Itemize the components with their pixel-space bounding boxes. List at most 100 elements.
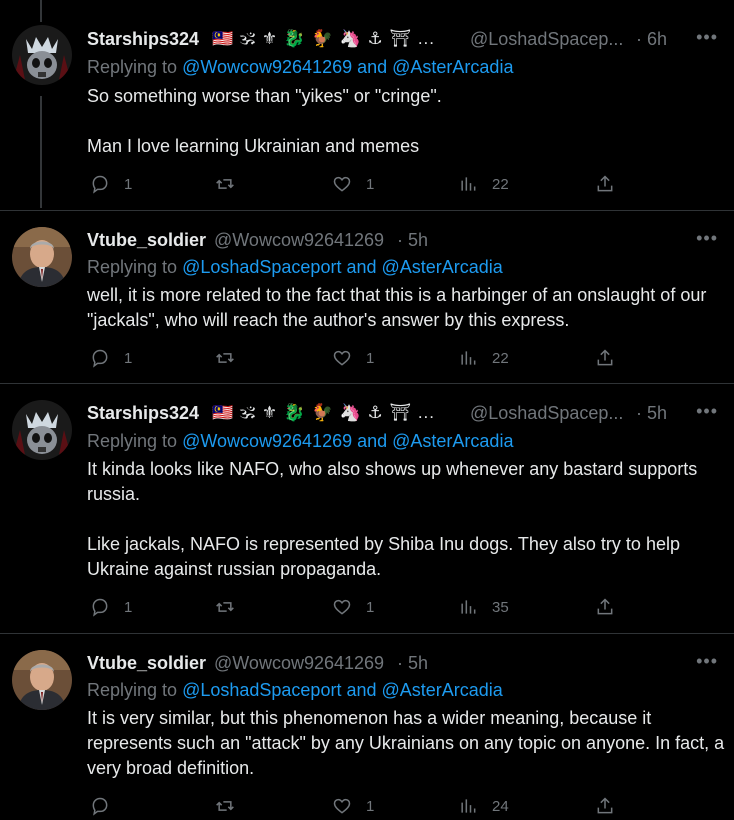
retweet-button[interactable] (215, 597, 249, 617)
replying-to: Replying to @Wowcow92641269 and @AsterAr… (87, 431, 513, 452)
retweet-icon (216, 353, 234, 363)
more-options-icon[interactable]: ••• (696, 651, 718, 672)
reply-button[interactable]: 1 (90, 348, 132, 368)
author-name[interactable]: Vtube_soldier (87, 230, 206, 251)
heart-icon (333, 599, 351, 615)
like-count: 1 (366, 598, 375, 616)
tweet-paragraph: It is very similar, but this phenomenon … (87, 708, 725, 778)
analytics-icon (461, 600, 476, 614)
like-button[interactable]: 1 (332, 348, 374, 368)
tweet-text: So something worse than "yikes" or "crin… (87, 84, 727, 159)
name-emojis: 🇲🇾 🕉 ⚜ 🐉 🐓 🦄 ⚓ ⛩ ... (212, 403, 435, 422)
replying-to-users[interactable]: @LoshadSpaceport and @AsterArcadia (182, 680, 503, 700)
more-options-icon[interactable]: ••• (696, 228, 718, 249)
tweet-paragraph: well, it is more related to the fact tha… (87, 285, 707, 330)
action-bar: 1 1 22 (87, 348, 627, 372)
replying-to-users[interactable]: @Wowcow92641269 and @AsterArcadia (182, 431, 513, 451)
share-icon (597, 175, 613, 192)
replying-to: Replying to @LoshadSpaceport and @AsterA… (87, 680, 503, 701)
tweet[interactable]: Starships324 🇲🇾 🕉 ⚜ 🐉 🐓 🦄 ⚓ ⛩ ... @Losha… (0, 383, 734, 634)
share-button[interactable] (595, 796, 615, 816)
replying-to-users[interactable]: @Wowcow92641269 and @AsterArcadia (182, 57, 513, 77)
timestamp[interactable]: · 5h (397, 653, 428, 674)
views-button[interactable]: 22 (458, 348, 509, 368)
avatar-starships324[interactable] (12, 400, 72, 460)
like-count: 1 (366, 175, 375, 193)
replying-to-users[interactable]: @LoshadSpaceport and @AsterArcadia (182, 257, 503, 277)
replying-to-label: Replying to (87, 257, 183, 277)
reply-icon (92, 349, 108, 368)
retweet-button[interactable] (215, 348, 249, 368)
author-handle[interactable]: @Wowcow92641269 (214, 653, 384, 674)
share-icon (597, 598, 613, 615)
tweet[interactable]: Vtube_soldier @Wowcow92641269 · 5h ••• R… (0, 633, 734, 816)
reply-button[interactable]: 1 (90, 597, 132, 617)
tweet-paragraph: It kinda looks like NAFO, who also shows… (87, 459, 698, 504)
reply-button[interactable] (90, 796, 124, 816)
reply-count: 1 (124, 598, 133, 616)
retweet-icon (216, 179, 234, 189)
like-button[interactable]: 1 (332, 796, 374, 816)
reply-count: 1 (124, 175, 133, 193)
author-handle[interactable]: @LoshadSpacep... (470, 29, 623, 50)
more-options-icon[interactable]: ••• (696, 27, 718, 48)
reply-button[interactable]: 1 (90, 174, 132, 194)
tweet-text: It is very similar, but this phenomenon … (87, 706, 727, 781)
view-count: 22 (492, 175, 509, 193)
more-options-icon[interactable]: ••• (696, 401, 718, 422)
name-emojis: 🇲🇾 🕉 ⚜ 🐉 🐓 🦄 ⚓ ⛩ ... (212, 29, 435, 48)
retweet-button[interactable] (215, 174, 249, 194)
views-button[interactable]: 35 (458, 597, 509, 617)
timestamp[interactable]: · 5h (636, 403, 667, 424)
retweet-icon (216, 801, 234, 811)
retweet-icon (216, 602, 234, 612)
view-count: 35 (492, 598, 509, 616)
replying-to-label: Replying to (87, 680, 183, 700)
heart-icon (333, 798, 351, 814)
author-handle[interactable]: @Wowcow92641269 (214, 230, 384, 251)
analytics-icon (461, 799, 476, 813)
like-button[interactable]: 1 (332, 597, 374, 617)
author-name[interactable]: Starships324 (87, 403, 199, 424)
share-button[interactable] (595, 348, 615, 368)
share-icon (597, 797, 613, 814)
replying-to: Replying to @LoshadSpaceport and @AsterA… (87, 257, 503, 278)
view-count: 24 (492, 797, 509, 815)
action-bar: 1 1 22 (87, 174, 627, 198)
like-count: 1 (366, 797, 375, 815)
heart-icon (333, 176, 351, 192)
share-button[interactable] (595, 597, 615, 617)
tweet-paragraph: So something worse than "yikes" or "crin… (87, 86, 442, 106)
avatar-starships324[interactable] (12, 25, 72, 85)
heart-icon (333, 350, 351, 366)
share-button[interactable] (595, 174, 615, 194)
replying-to: Replying to @Wowcow92641269 and @AsterAr… (87, 57, 513, 78)
timestamp[interactable]: · 5h (397, 230, 428, 251)
action-bar: 1 1 35 (87, 597, 627, 621)
analytics-icon (461, 177, 476, 191)
views-button[interactable]: 22 (458, 174, 509, 194)
share-icon (597, 349, 613, 366)
author-handle[interactable]: @LoshadSpacep... (470, 403, 623, 424)
reply-count: 1 (124, 349, 133, 367)
tweet-text: well, it is more related to the fact tha… (87, 283, 727, 333)
analytics-icon (461, 351, 476, 365)
tweet-paragraph: Man I love learning Ukrainian and memes (87, 136, 420, 156)
reply-icon (92, 175, 108, 194)
avatar-vtube-soldier[interactable] (12, 650, 72, 710)
replying-to-label: Replying to (87, 431, 183, 451)
like-count: 1 (366, 349, 375, 367)
views-button[interactable]: 24 (458, 796, 509, 816)
replying-to-label: Replying to (87, 57, 183, 77)
action-bar: 1 24 (87, 796, 627, 820)
author-name[interactable]: Vtube_soldier (87, 653, 206, 674)
tweet[interactable]: Vtube_soldier @Wowcow92641269 · 5h ••• R… (0, 210, 734, 384)
author-name[interactable]: Starships324 (87, 29, 199, 50)
reply-icon (92, 598, 108, 617)
timestamp[interactable]: · 6h (636, 29, 667, 50)
tweet[interactable]: Starships324 🇲🇾 🕉 ⚜ 🐉 🐓 🦄 ⚓ ⛩ ... @Losha… (0, 0, 734, 210)
retweet-button[interactable] (215, 796, 249, 816)
like-button[interactable]: 1 (332, 174, 374, 194)
view-count: 22 (492, 349, 509, 367)
avatar-vtube-soldier[interactable] (12, 227, 72, 287)
